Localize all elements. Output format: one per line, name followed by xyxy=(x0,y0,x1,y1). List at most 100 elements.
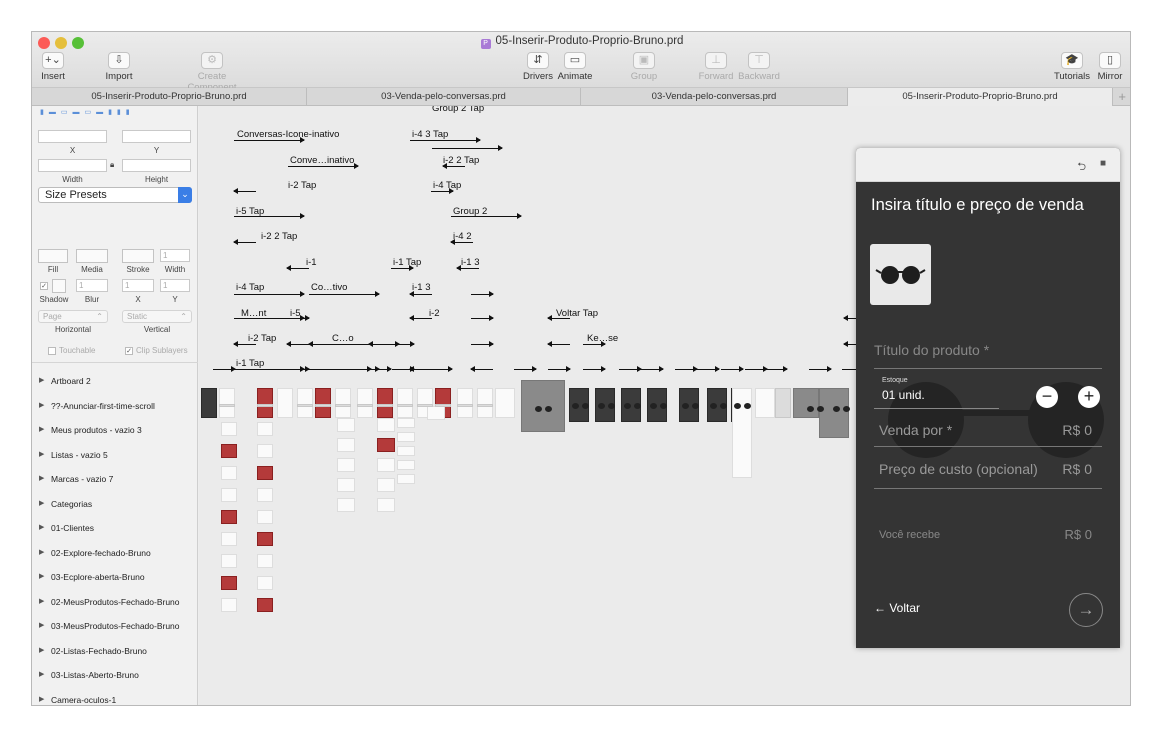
artboard-thumbnail[interactable] xyxy=(397,460,415,470)
flow-label[interactable]: i-2 2 Tap xyxy=(443,155,479,166)
artboard-thumbnail[interactable] xyxy=(377,478,395,492)
disclosure-triangle-icon[interactable]: ▶ xyxy=(39,544,44,562)
tab-05-inserir-produto-active[interactable]: 05-Inserir-Produto-Proprio-Bruno.prd xyxy=(848,88,1113,106)
sell-price-input[interactable]: R$ 0 xyxy=(1062,422,1092,438)
artboard-thumbnail[interactable] xyxy=(297,388,313,418)
clip-sublayers-checkbox[interactable]: ✓ xyxy=(125,347,133,355)
disclosure-triangle-icon[interactable]: ▶ xyxy=(39,642,44,660)
flow-label[interactable]: i-2 2 Tap xyxy=(261,231,297,242)
flow-label[interactable]: Conversas-Icone-inativo xyxy=(237,129,339,140)
flow-label[interactable]: i-1 xyxy=(306,257,317,268)
insert-button[interactable]: +⌄ Insert xyxy=(38,52,68,82)
artboard-thumbnail[interactable] xyxy=(221,554,237,568)
artboard-thumbnail[interactable] xyxy=(257,510,273,524)
artboard-thumbnail[interactable] xyxy=(257,388,273,418)
artboard-thumbnail[interactable] xyxy=(755,388,775,418)
artboard-thumbnail[interactable] xyxy=(397,418,415,428)
flow-label[interactable]: i-1 Tap xyxy=(393,257,421,268)
forward-button[interactable]: ⊥ Forward xyxy=(696,52,736,82)
artboard-thumbnail[interactable] xyxy=(397,404,413,407)
artboard-thumbnail[interactable] xyxy=(397,474,415,484)
artboard-thumbnail[interactable] xyxy=(397,432,415,442)
shadow-x-input[interactable]: 1 xyxy=(122,279,154,292)
layer-item[interactable]: ▶ Marcas - vazio 7 xyxy=(32,470,198,488)
disclosure-triangle-icon[interactable]: ▶ xyxy=(39,397,44,415)
artboard-thumbnail[interactable] xyxy=(397,446,415,456)
create-component-button[interactable]: ⚙Create Component xyxy=(172,52,252,93)
layer-item[interactable]: ▶ 02-MeusProdutos-Fechado-Bruno xyxy=(32,593,198,611)
tab-03-venda-conversas[interactable]: 03-Venda-pelo-conversas.prd xyxy=(307,88,581,106)
artboard-thumbnail[interactable] xyxy=(793,388,819,418)
artboard-thumbnail[interactable] xyxy=(337,478,355,492)
layer-item[interactable]: ▶ 01-Clientes xyxy=(32,519,198,537)
flow-label[interactable]: i-1 3 xyxy=(412,282,430,293)
shadow-y-input[interactable]: 1 xyxy=(160,279,190,292)
height-input[interactable] xyxy=(122,159,191,172)
artboard-thumbnail[interactable] xyxy=(337,418,355,432)
x-input[interactable] xyxy=(38,130,107,143)
tab-03-venda-conversas-2[interactable]: 03-Venda-pelo-conversas.prd xyxy=(581,88,848,106)
artboard-thumbnail[interactable] xyxy=(477,388,493,418)
flow-label[interactable]: i-2 Tap xyxy=(248,333,276,344)
fill-swatch[interactable] xyxy=(38,249,68,263)
disclosure-triangle-icon[interactable]: ▶ xyxy=(39,617,44,635)
size-presets-select[interactable]: Size Presets ⌄ xyxy=(38,187,192,203)
artboard-thumbnail[interactable] xyxy=(297,404,313,407)
layer-item[interactable]: ▶ ??-Anunciar-first-time-scroll xyxy=(32,397,198,415)
artboard-thumbnail[interactable] xyxy=(257,554,273,568)
artboard-thumbnail[interactable] xyxy=(337,498,355,512)
width-input[interactable] xyxy=(38,159,107,172)
flow-label[interactable]: i-1 3 xyxy=(461,257,479,268)
group-button[interactable]: ▣ Group xyxy=(628,52,660,82)
flow-label[interactable]: i-4 Tap xyxy=(236,282,264,293)
artboard-thumbnail[interactable] xyxy=(257,598,273,612)
layer-item[interactable]: ▶ 03-MeusProdutos-Fechado-Bruno xyxy=(32,617,198,635)
disclosure-triangle-icon[interactable]: ▶ xyxy=(39,421,44,439)
y-input[interactable] xyxy=(122,130,191,143)
artboard-thumbnail[interactable] xyxy=(435,404,451,407)
layer-item[interactable]: ▶ Artboard 2 xyxy=(32,372,198,390)
layer-item[interactable]: ▶ 03-Ecplore-aberta-Bruno xyxy=(32,568,198,586)
artboard-thumbnail[interactable] xyxy=(357,404,373,407)
backward-button[interactable]: ⊤ Backward xyxy=(737,52,781,82)
flow-label[interactable]: i-4 Tap xyxy=(433,180,461,191)
media-swatch[interactable] xyxy=(76,249,108,263)
artboard-thumbnail[interactable] xyxy=(337,458,355,472)
artboard-thumbnail[interactable] xyxy=(427,406,445,420)
artboard-thumbnail[interactable] xyxy=(477,404,493,407)
mirror-button[interactable]: ▯ Mirror xyxy=(1094,52,1126,82)
tab-05-inserir-produto[interactable]: 05-Inserir-Produto-Proprio-Bruno.prd xyxy=(32,88,307,106)
artboard-thumbnail[interactable] xyxy=(257,466,273,480)
touchable-checkbox[interactable] xyxy=(48,347,56,355)
artboard-thumbnail[interactable] xyxy=(377,388,393,418)
stroke-width-input[interactable]: 1 xyxy=(160,249,190,262)
layer-item[interactable]: ▶ Categorias xyxy=(32,495,198,513)
shadow-swatch[interactable] xyxy=(52,279,66,293)
artboard-thumbnail[interactable] xyxy=(337,438,355,452)
artboard-thumbnail[interactable] xyxy=(521,380,565,432)
new-tab-button[interactable]: + xyxy=(1118,88,1126,106)
product-title-field[interactable]: Título do produto * xyxy=(874,342,989,358)
disclosure-triangle-icon[interactable]: ▶ xyxy=(39,470,44,488)
disclosure-triangle-icon[interactable]: ▶ xyxy=(39,495,44,513)
flow-label[interactable]: Conve…inativo xyxy=(290,155,354,166)
disclosure-triangle-icon[interactable]: ▶ xyxy=(39,593,44,611)
artboard-thumbnail[interactable] xyxy=(221,488,237,502)
artboard-thumbnail[interactable] xyxy=(221,444,237,458)
flow-label[interactable]: i-1 Tap xyxy=(236,358,264,369)
artboard-thumbnail[interactable] xyxy=(257,488,273,502)
next-button[interactable]: → xyxy=(1069,593,1103,627)
disclosure-triangle-icon[interactable]: ▶ xyxy=(39,691,44,706)
artboard-thumbnail[interactable] xyxy=(457,404,473,407)
artboard-thumbnail[interactable] xyxy=(257,444,273,458)
artboard-thumbnail[interactable] xyxy=(221,598,237,612)
stroke-swatch[interactable] xyxy=(122,249,154,263)
disclosure-triangle-icon[interactable]: ▶ xyxy=(39,568,44,586)
artboard-thumbnail[interactable] xyxy=(221,466,237,480)
align-icons[interactable]: ▮▬▭▬▭▬▮▮▮ xyxy=(40,108,190,116)
artboard-thumbnail[interactable] xyxy=(315,404,331,407)
layer-item[interactable]: ▶ Listas - vazio 5 xyxy=(32,446,198,464)
artboard-thumbnail[interactable] xyxy=(732,388,752,478)
artboard-thumbnail[interactable] xyxy=(377,418,395,432)
import-button[interactable]: ⇩ Import xyxy=(102,52,136,82)
